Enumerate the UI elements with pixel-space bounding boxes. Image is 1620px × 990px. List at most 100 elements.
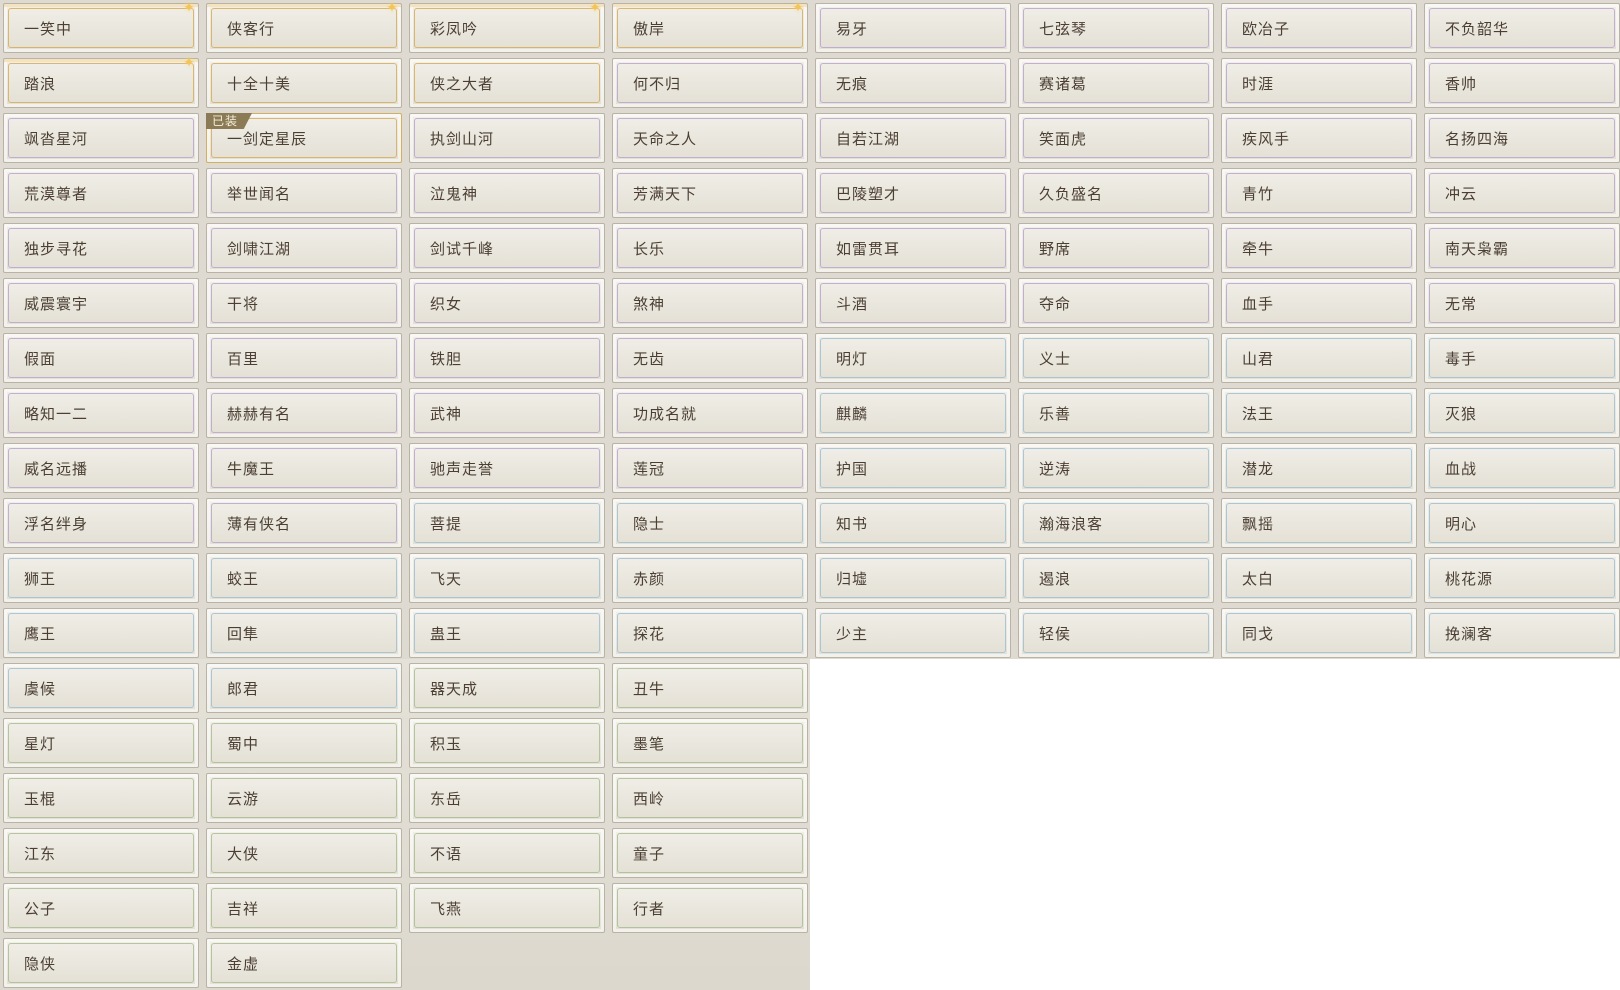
title-tile[interactable]: 天命之人 (612, 113, 808, 163)
title-tile[interactable]: 明心 (1424, 498, 1620, 548)
title-tile[interactable]: 略知一二 (3, 388, 199, 438)
title-tile[interactable]: 蛟王 (206, 553, 402, 603)
title-tile[interactable]: 器天成 (409, 663, 605, 713)
title-tile[interactable]: 名扬四海 (1424, 113, 1620, 163)
title-tile[interactable]: 归墟 (815, 553, 1011, 603)
title-tile[interactable]: 冲云 (1424, 168, 1620, 218)
title-tile[interactable]: 赤颜 (612, 553, 808, 603)
title-tile[interactable]: 郎君 (206, 663, 402, 713)
title-tile[interactable]: 山君 (1221, 333, 1417, 383)
title-tile[interactable]: 血手 (1221, 278, 1417, 328)
title-tile[interactable]: 玉棍 (3, 773, 199, 823)
title-tile[interactable]: 青竹 (1221, 168, 1417, 218)
title-tile[interactable]: 百里 (206, 333, 402, 383)
title-tile[interactable]: 血战 (1424, 443, 1620, 493)
title-tile[interactable]: 功成名就 (612, 388, 808, 438)
title-tile[interactable]: 薄有侠名 (206, 498, 402, 548)
title-tile[interactable]: 驰声走誉 (409, 443, 605, 493)
title-tile[interactable]: 少主 (815, 608, 1011, 658)
title-tile[interactable]: 无常 (1424, 278, 1620, 328)
title-tile[interactable]: 隐侠 (3, 938, 199, 988)
title-tile[interactable]: 云游 (206, 773, 402, 823)
title-tile[interactable]: 积玉 (409, 718, 605, 768)
title-tile[interactable]: 飘摇 (1221, 498, 1417, 548)
title-tile[interactable]: 吉祥 (206, 883, 402, 933)
title-tile[interactable]: 傲岸 ✦ (612, 1, 808, 53)
title-tile[interactable]: 南天枭霸 (1424, 223, 1620, 273)
title-tile[interactable]: 彩凤吟 ✦ (409, 1, 605, 53)
title-tile[interactable]: 长乐 (612, 223, 808, 273)
title-tile[interactable]: 一剑定星辰 已装 (206, 113, 402, 163)
title-tile[interactable]: 夺命 (1018, 278, 1214, 328)
title-tile[interactable]: 一笑中 ✦ (3, 1, 199, 53)
title-tile[interactable]: 乐善 (1018, 388, 1214, 438)
title-tile[interactable]: 疾风手 (1221, 113, 1417, 163)
title-tile[interactable]: 煞神 (612, 278, 808, 328)
title-tile[interactable]: 巴陵塑才 (815, 168, 1011, 218)
title-tile[interactable]: 狮王 (3, 553, 199, 603)
title-tile[interactable]: 浮名绊身 (3, 498, 199, 548)
title-tile[interactable]: 铁胆 (409, 333, 605, 383)
title-tile[interactable]: 牛魔王 (206, 443, 402, 493)
title-tile[interactable]: 干将 (206, 278, 402, 328)
title-tile[interactable]: 轻侯 (1018, 608, 1214, 658)
title-tile[interactable]: 灭狼 (1424, 388, 1620, 438)
title-tile[interactable]: 侠之大者 (409, 58, 605, 108)
title-tile[interactable]: 剑啸江湖 (206, 223, 402, 273)
title-tile[interactable]: 星灯 (3, 718, 199, 768)
title-tile[interactable]: 不语 (409, 828, 605, 878)
title-tile[interactable]: 十全十美 (206, 58, 402, 108)
title-tile[interactable]: 时涯 (1221, 58, 1417, 108)
title-tile[interactable]: 斗酒 (815, 278, 1011, 328)
title-tile[interactable]: 遏浪 (1018, 553, 1214, 603)
title-tile[interactable]: 织女 (409, 278, 605, 328)
title-tile[interactable]: 桃花源 (1424, 553, 1620, 603)
title-tile[interactable]: 莲冠 (612, 443, 808, 493)
title-tile[interactable]: 假面 (3, 333, 199, 383)
title-tile[interactable]: 金虚 (206, 938, 402, 988)
title-tile[interactable]: 飞天 (409, 553, 605, 603)
title-tile[interactable]: 七弦琴 (1018, 3, 1214, 53)
title-tile[interactable]: 无齿 (612, 333, 808, 383)
title-tile[interactable]: 隐士 (612, 498, 808, 548)
title-tile[interactable]: 侠客行 ✦ (206, 1, 402, 53)
title-tile[interactable]: 飒沓星河 (3, 113, 199, 163)
title-tile[interactable]: 剑试千峰 (409, 223, 605, 273)
title-tile[interactable]: 墨笔 (612, 718, 808, 768)
title-tile[interactable]: 鹰王 (3, 608, 199, 658)
title-tile[interactable]: 行者 (612, 883, 808, 933)
title-tile[interactable]: 威震寰宇 (3, 278, 199, 328)
title-tile[interactable]: 瀚海浪客 (1018, 498, 1214, 548)
title-tile[interactable]: 童子 (612, 828, 808, 878)
title-tile[interactable]: 独步寻花 (3, 223, 199, 273)
title-tile[interactable]: 踏浪 ✦ (3, 56, 199, 108)
title-tile[interactable]: 明灯 (815, 333, 1011, 383)
title-tile[interactable]: 野席 (1018, 223, 1214, 273)
title-tile[interactable]: 挽澜客 (1424, 608, 1620, 658)
title-tile[interactable]: 香帅 (1424, 58, 1620, 108)
title-tile[interactable]: 毒手 (1424, 333, 1620, 383)
title-tile[interactable]: 举世闻名 (206, 168, 402, 218)
title-tile[interactable]: 公子 (3, 883, 199, 933)
title-tile[interactable]: 潜龙 (1221, 443, 1417, 493)
title-tile[interactable]: 丑牛 (612, 663, 808, 713)
title-tile[interactable]: 芳满天下 (612, 168, 808, 218)
title-tile[interactable]: 同戈 (1221, 608, 1417, 658)
title-tile[interactable]: 荒漠尊者 (3, 168, 199, 218)
title-tile[interactable]: 笑面虎 (1018, 113, 1214, 163)
title-tile[interactable]: 逆涛 (1018, 443, 1214, 493)
title-tile[interactable]: 大侠 (206, 828, 402, 878)
title-tile[interactable]: 欧冶子 (1221, 3, 1417, 53)
title-tile[interactable]: 无痕 (815, 58, 1011, 108)
title-tile[interactable]: 如雷贯耳 (815, 223, 1011, 273)
title-tile[interactable]: 执剑山河 (409, 113, 605, 163)
title-tile[interactable]: 太白 (1221, 553, 1417, 603)
title-tile[interactable]: 探花 (612, 608, 808, 658)
title-tile[interactable]: 武神 (409, 388, 605, 438)
title-tile[interactable]: 江东 (3, 828, 199, 878)
title-tile[interactable]: 赛诸葛 (1018, 58, 1214, 108)
title-tile[interactable]: 蜀中 (206, 718, 402, 768)
title-tile[interactable]: 回隼 (206, 608, 402, 658)
title-tile[interactable]: 蛊王 (409, 608, 605, 658)
title-tile[interactable]: 菩提 (409, 498, 605, 548)
